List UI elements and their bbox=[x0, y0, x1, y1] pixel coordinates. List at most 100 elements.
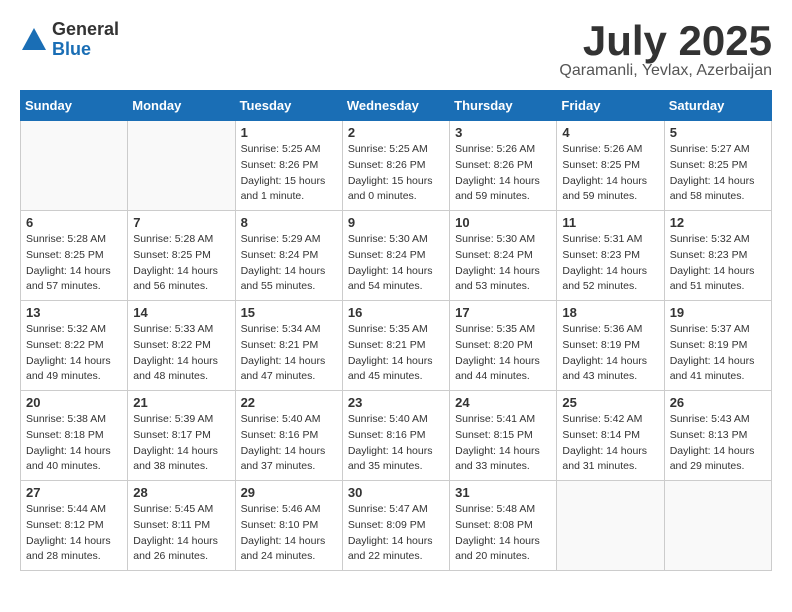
day-info: Sunrise: 5:40 AMSunset: 8:16 PMDaylight:… bbox=[241, 412, 337, 475]
calendar-cell: 26 Sunrise: 5:43 AMSunset: 8:13 PMDayligh… bbox=[664, 391, 771, 481]
day-info: Sunrise: 5:42 AMSunset: 8:14 PMDaylight:… bbox=[562, 412, 658, 475]
day-info: Sunrise: 5:39 AMSunset: 8:17 PMDaylight:… bbox=[133, 412, 229, 475]
day-info: Sunrise: 5:34 AMSunset: 8:21 PMDaylight:… bbox=[241, 322, 337, 385]
day-number: 9 bbox=[348, 215, 444, 230]
calendar-cell: 19Sunrise: 5:37 AMSunset: 8:19 PMDayligh… bbox=[664, 301, 771, 391]
col-tuesday: Tuesday bbox=[235, 91, 342, 121]
day-number: 7 bbox=[133, 215, 229, 230]
day-info: Sunrise: 5:25 AMSunset: 8:26 PMDaylight:… bbox=[241, 142, 337, 205]
day-info: Sunrise: 5:43 AMSunset: 8:13 PMDaylight:… bbox=[670, 412, 766, 475]
calendar-week-0: 1 Sunrise: 5:25 AMSunset: 8:26 PMDaylight… bbox=[21, 121, 772, 211]
day-info: Sunrise: 5:25 AMSunset: 8:26 PMDaylight:… bbox=[348, 142, 444, 205]
day-info: Sunrise: 5:35 AMSunset: 8:21 PMDaylight:… bbox=[348, 322, 444, 385]
day-number: 13 bbox=[26, 305, 122, 320]
day-info: Sunrise: 5:46 AMSunset: 8:10 PMDaylight:… bbox=[241, 502, 337, 565]
calendar-cell: 2Sunrise: 5:25 AMSunset: 8:26 PMDaylight… bbox=[342, 121, 449, 211]
calendar-cell: 18Sunrise: 5:36 AMSunset: 8:19 PMDayligh… bbox=[557, 301, 664, 391]
day-number: 29 bbox=[241, 485, 337, 500]
calendar-table: Sunday Monday Tuesday Wednesday Thursday… bbox=[20, 90, 772, 571]
day-info: Sunrise: 5:31 AMSunset: 8:23 PMDaylight:… bbox=[562, 232, 658, 295]
calendar-cell: 15 Sunrise: 5:34 AMSunset: 8:21 PMDayligh… bbox=[235, 301, 342, 391]
calendar-cell: 20 Sunrise: 5:38 AMSunset: 8:18 PMDayligh… bbox=[21, 391, 128, 481]
calendar-cell: 28 Sunrise: 5:45 AMSunset: 8:11 PMDayligh… bbox=[128, 481, 235, 571]
calendar-cell: 23Sunrise: 5:40 AMSunset: 8:16 PMDayligh… bbox=[342, 391, 449, 481]
day-info: Sunrise: 5:33 AMSunset: 8:22 PMDaylight:… bbox=[133, 322, 229, 385]
day-info: Sunrise: 5:47 AMSunset: 8:09 PMDaylight:… bbox=[348, 502, 444, 565]
page-header: General Blue July 2025 Qaramanli, Yevlax… bbox=[20, 20, 772, 80]
calendar-cell: 13 Sunrise: 5:32 AMSunset: 8:22 PMDayligh… bbox=[21, 301, 128, 391]
day-info: Sunrise: 5:32 AMSunset: 8:22 PMDaylight:… bbox=[26, 322, 122, 385]
day-info: Sunrise: 5:26 AMSunset: 8:25 PMDaylight:… bbox=[562, 142, 658, 205]
logo-blue: Blue bbox=[52, 40, 119, 60]
day-number: 12 bbox=[670, 215, 766, 230]
calendar-cell: 16 Sunrise: 5:35 AMSunset: 8:21 PMDayligh… bbox=[342, 301, 449, 391]
day-number: 15 bbox=[241, 305, 337, 320]
day-number: 23 bbox=[348, 395, 444, 410]
calendar-cell: 8 Sunrise: 5:29 AMSunset: 8:24 PMDaylight… bbox=[235, 211, 342, 301]
day-number: 25 bbox=[562, 395, 658, 410]
day-info: Sunrise: 5:30 AMSunset: 8:24 PMDaylight:… bbox=[455, 232, 551, 295]
day-number: 20 bbox=[26, 395, 122, 410]
day-info: Sunrise: 5:45 AMSunset: 8:11 PMDaylight:… bbox=[133, 502, 229, 565]
logo: General Blue bbox=[20, 20, 119, 60]
day-info: Sunrise: 5:41 AMSunset: 8:15 PMDaylight:… bbox=[455, 412, 551, 475]
calendar-cell: 3Sunrise: 5:26 AMSunset: 8:26 PMDaylight… bbox=[450, 121, 557, 211]
location: Qaramanli, Yevlax, Azerbaijan bbox=[559, 62, 772, 80]
day-number: 18 bbox=[562, 305, 658, 320]
calendar-cell: 11 Sunrise: 5:31 AMSunset: 8:23 PMDayligh… bbox=[557, 211, 664, 301]
calendar-cell: 10 Sunrise: 5:30 AMSunset: 8:24 PMDayligh… bbox=[450, 211, 557, 301]
day-info: Sunrise: 5:28 AMSunset: 8:25 PMDaylight:… bbox=[26, 232, 122, 295]
title-block: July 2025 Qaramanli, Yevlax, Azerbaijan bbox=[559, 20, 772, 80]
day-number: 31 bbox=[455, 485, 551, 500]
day-info: Sunrise: 5:32 AMSunset: 8:23 PMDaylight:… bbox=[670, 232, 766, 295]
day-number: 10 bbox=[455, 215, 551, 230]
calendar-cell: 1 Sunrise: 5:25 AMSunset: 8:26 PMDaylight… bbox=[235, 121, 342, 211]
col-thursday: Thursday bbox=[450, 91, 557, 121]
day-info: Sunrise: 5:27 AMSunset: 8:25 PMDaylight:… bbox=[670, 142, 766, 205]
day-number: 24 bbox=[455, 395, 551, 410]
calendar-cell bbox=[21, 121, 128, 211]
day-info: Sunrise: 5:29 AMSunset: 8:24 PMDaylight:… bbox=[241, 232, 337, 295]
calendar-week-4: 27Sunrise: 5:44 AMSunset: 8:12 PMDayligh… bbox=[21, 481, 772, 571]
calendar-cell: 31Sunrise: 5:48 AMSunset: 8:08 PMDayligh… bbox=[450, 481, 557, 571]
calendar-week-3: 20 Sunrise: 5:38 AMSunset: 8:18 PMDayligh… bbox=[21, 391, 772, 481]
calendar-cell: 14 Sunrise: 5:33 AMSunset: 8:22 PMDayligh… bbox=[128, 301, 235, 391]
calendar-week-2: 13 Sunrise: 5:32 AMSunset: 8:22 PMDayligh… bbox=[21, 301, 772, 391]
day-number: 1 bbox=[241, 125, 337, 140]
col-saturday: Saturday bbox=[664, 91, 771, 121]
month-title: July 2025 bbox=[559, 20, 772, 62]
calendar-cell: 4 Sunrise: 5:26 AMSunset: 8:25 PMDaylight… bbox=[557, 121, 664, 211]
day-number: 26 bbox=[670, 395, 766, 410]
day-info: Sunrise: 5:30 AMSunset: 8:24 PMDaylight:… bbox=[348, 232, 444, 295]
day-number: 8 bbox=[241, 215, 337, 230]
logo-general: General bbox=[52, 20, 119, 40]
day-number: 5 bbox=[670, 125, 766, 140]
day-info: Sunrise: 5:38 AMSunset: 8:18 PMDaylight:… bbox=[26, 412, 122, 475]
calendar-cell bbox=[557, 481, 664, 571]
day-number: 16 bbox=[348, 305, 444, 320]
day-number: 6 bbox=[26, 215, 122, 230]
col-monday: Monday bbox=[128, 91, 235, 121]
calendar-cell: 30 Sunrise: 5:47 AMSunset: 8:09 PMDayligh… bbox=[342, 481, 449, 571]
calendar-cell: 12 Sunrise: 5:32 AMSunset: 8:23 PMDayligh… bbox=[664, 211, 771, 301]
day-info: Sunrise: 5:28 AMSunset: 8:25 PMDaylight:… bbox=[133, 232, 229, 295]
day-number: 11 bbox=[562, 215, 658, 230]
calendar-cell bbox=[664, 481, 771, 571]
day-number: 14 bbox=[133, 305, 229, 320]
day-info: Sunrise: 5:26 AMSunset: 8:26 PMDaylight:… bbox=[455, 142, 551, 205]
day-number: 21 bbox=[133, 395, 229, 410]
calendar-cell: 21 Sunrise: 5:39 AMSunset: 8:17 PMDayligh… bbox=[128, 391, 235, 481]
day-info: Sunrise: 5:44 AMSunset: 8:12 PMDaylight:… bbox=[26, 502, 122, 565]
calendar-cell: 27Sunrise: 5:44 AMSunset: 8:12 PMDayligh… bbox=[21, 481, 128, 571]
logo-icon bbox=[20, 26, 48, 54]
calendar-cell: 22Sunrise: 5:40 AMSunset: 8:16 PMDayligh… bbox=[235, 391, 342, 481]
col-wednesday: Wednesday bbox=[342, 91, 449, 121]
day-number: 4 bbox=[562, 125, 658, 140]
col-sunday: Sunday bbox=[21, 91, 128, 121]
col-friday: Friday bbox=[557, 91, 664, 121]
logo-text: General Blue bbox=[52, 20, 119, 60]
calendar-header: Sunday Monday Tuesday Wednesday Thursday… bbox=[21, 91, 772, 121]
day-number: 28 bbox=[133, 485, 229, 500]
day-number: 19 bbox=[670, 305, 766, 320]
day-number: 30 bbox=[348, 485, 444, 500]
